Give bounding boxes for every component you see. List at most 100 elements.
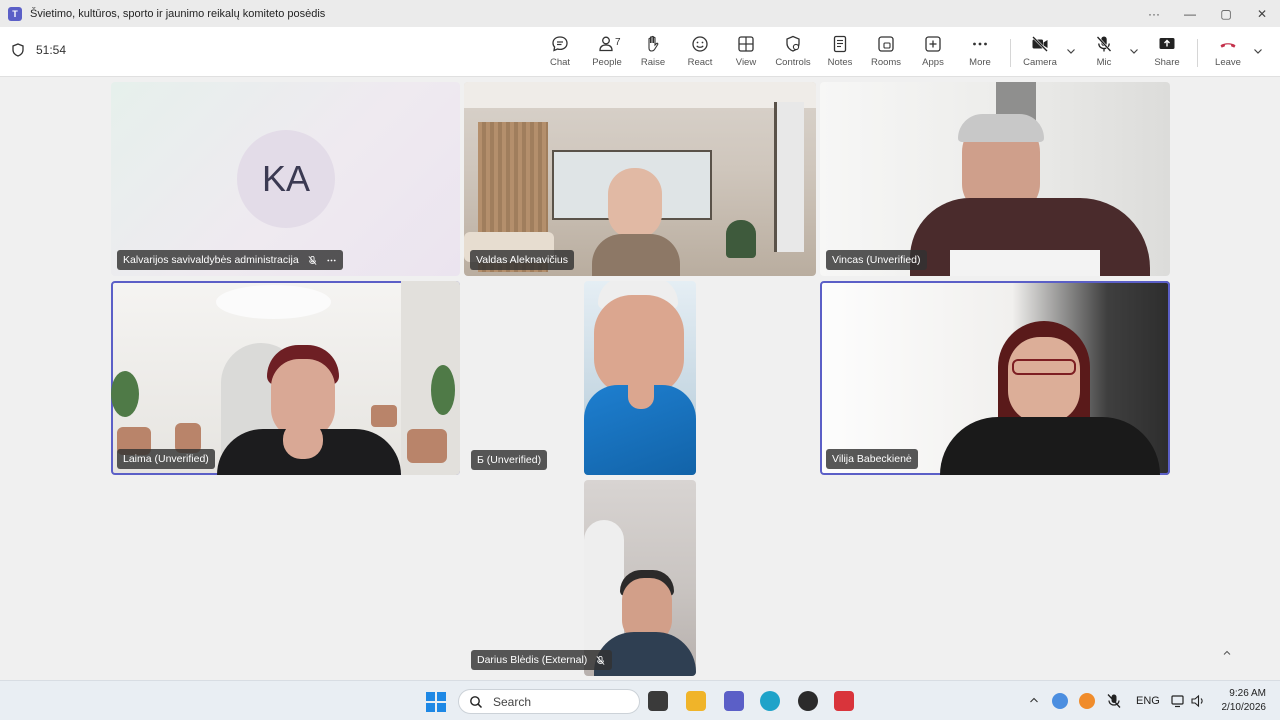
participant-name-tag: Б (Unverified) — [471, 450, 548, 470]
language-indicator[interactable]: ENG — [1136, 695, 1160, 707]
view-button[interactable]: View — [721, 34, 771, 68]
shield-icon — [12, 43, 24, 57]
teams-icon[interactable] — [724, 691, 744, 711]
meeting-toolbar: 51:54 Chat 7 People Raise React View Con… — [0, 27, 1280, 77]
participant-name-tag: Vincas (Unverified) — [826, 250, 927, 270]
rooms-button[interactable]: Rooms — [861, 34, 911, 68]
restore-button[interactable]: ▢ — [1208, 7, 1244, 21]
window-title: Švietimo, kultūros, sporto ir jaunimo re… — [30, 7, 326, 20]
participant-name: Kalvarijos savivaldybės administracija — [123, 254, 299, 266]
notes-button[interactable]: Notes — [815, 34, 865, 68]
participant-name-tag: Laima (Unverified) — [117, 449, 215, 469]
apps-button[interactable]: Apps — [908, 34, 958, 68]
smiley-icon — [692, 36, 708, 52]
camera-button[interactable]: Camera — [1015, 34, 1065, 68]
volume-icon[interactable] — [1190, 693, 1206, 709]
people-label: People — [592, 57, 622, 68]
camera-label: Camera — [1023, 57, 1057, 68]
participant-tile[interactable] — [584, 480, 696, 676]
participant-video — [584, 281, 696, 475]
search-placeholder: Search — [493, 694, 532, 709]
chrome-browser-icon[interactable] — [798, 691, 818, 711]
file-explorer-icon[interactable] — [686, 691, 706, 711]
participant-name: Darius Blėdis (External) — [477, 654, 588, 666]
update-icon[interactable] — [1079, 693, 1095, 709]
rooms-icon — [878, 36, 894, 52]
edge-browser-icon[interactable] — [760, 691, 780, 711]
network-icon[interactable] — [1170, 693, 1186, 709]
participant-tile[interactable]: KA Kalvarijos savivaldybės administracij… — [111, 82, 460, 276]
system-clock[interactable]: 9:26 AM 2/10/2026 — [1214, 687, 1267, 715]
windows-start-icon[interactable] — [426, 692, 446, 712]
chat-button[interactable]: Chat — [535, 34, 585, 68]
participant-video — [910, 114, 1150, 276]
taskbar-search[interactable]: Search — [458, 689, 640, 714]
hang-up-icon — [1220, 43, 1236, 48]
participant-tile[interactable]: Valdas Aleknavičius — [464, 82, 816, 276]
participant-tile[interactable] — [584, 281, 696, 475]
muted-mic-icon — [308, 255, 317, 265]
camera-options-chevron-down-icon[interactable] — [1065, 45, 1077, 57]
grid-view-icon — [738, 36, 754, 52]
more-label: More — [969, 57, 991, 68]
react-button[interactable]: React — [675, 34, 725, 68]
mic-options-chevron-down-icon[interactable] — [1128, 45, 1140, 57]
controls-button[interactable]: Controls — [768, 34, 818, 68]
raise-hand-button[interactable]: Raise — [628, 34, 678, 68]
notes-label: Notes — [827, 57, 853, 68]
more-options-icon[interactable] — [326, 255, 337, 266]
participant-name: Vilija Babeckienė — [832, 453, 912, 465]
share-screen-icon — [1159, 38, 1175, 49]
rooms-label: Rooms — [870, 57, 902, 68]
mic-label: Mic — [1096, 57, 1112, 68]
participant-name-tag: Darius Blėdis (External) — [471, 650, 613, 670]
controls-label: Controls — [775, 57, 811, 68]
search-icon — [470, 695, 483, 708]
onedrive-icon[interactable] — [1052, 693, 1068, 709]
mic-muted-tray-icon[interactable] — [1105, 692, 1123, 710]
mic-off-icon — [1096, 36, 1112, 52]
close-button[interactable]: ✕ — [1244, 7, 1280, 21]
participant-name: Valdas Aleknavičius — [476, 254, 569, 266]
minimize-button[interactable]: — — [1172, 7, 1208, 21]
view-label: View — [735, 57, 757, 68]
muted-mic-icon — [596, 655, 605, 665]
ellipsis-icon — [973, 42, 987, 46]
participant-name: Vincas (Unverified) — [832, 254, 921, 266]
participant-video — [209, 345, 409, 475]
toolbar-divider — [1197, 39, 1198, 67]
chevron-up-icon[interactable] — [1221, 648, 1233, 658]
camera-off-icon — [1032, 36, 1048, 52]
anydesk-icon[interactable] — [834, 691, 854, 711]
leave-options-chevron-down-icon[interactable] — [1252, 45, 1264, 57]
participant-name: Laima (Unverified) — [123, 453, 209, 465]
task-view-icon[interactable] — [648, 691, 668, 711]
people-button[interactable]: 7 People — [582, 34, 632, 68]
participant-name-tag: Kalvarijos savivaldybės administracija — [117, 250, 343, 270]
participant-name: Б (Unverified) — [477, 454, 542, 466]
more-button[interactable]: More — [955, 34, 1005, 68]
add-app-icon — [925, 36, 941, 52]
leave-button[interactable]: Leave — [1203, 34, 1253, 68]
mic-button[interactable]: Mic — [1079, 34, 1129, 68]
more-options-icon[interactable]: ··· — [1136, 7, 1172, 21]
participant-name-tag: Vilija Babeckienė — [826, 449, 918, 469]
notes-icon — [833, 35, 847, 53]
raise-label: Raise — [640, 57, 666, 68]
apps-label: Apps — [922, 57, 944, 68]
teams-app-icon: T — [8, 6, 22, 21]
leave-label: Leave — [1215, 57, 1241, 68]
hand-icon — [648, 35, 659, 52]
chevron-up-icon[interactable] — [1029, 696, 1039, 704]
participant-tile[interactable]: Vilija Babeckienė — [820, 281, 1170, 475]
participant-video — [940, 321, 1160, 475]
participant-video — [592, 168, 680, 276]
participant-tile[interactable]: Laima (Unverified) — [111, 281, 460, 475]
share-label: Share — [1154, 57, 1180, 68]
share-button[interactable]: Share — [1142, 34, 1192, 68]
toolbar-divider — [1010, 39, 1011, 67]
participant-name-tag: Valdas Aleknavičius — [470, 250, 575, 270]
participant-tile[interactable]: Vincas (Unverified) — [820, 82, 1170, 276]
taskbar: Search ENG 9:26 AM 2/10/2026 — [0, 680, 1280, 720]
people-icon — [599, 36, 613, 52]
